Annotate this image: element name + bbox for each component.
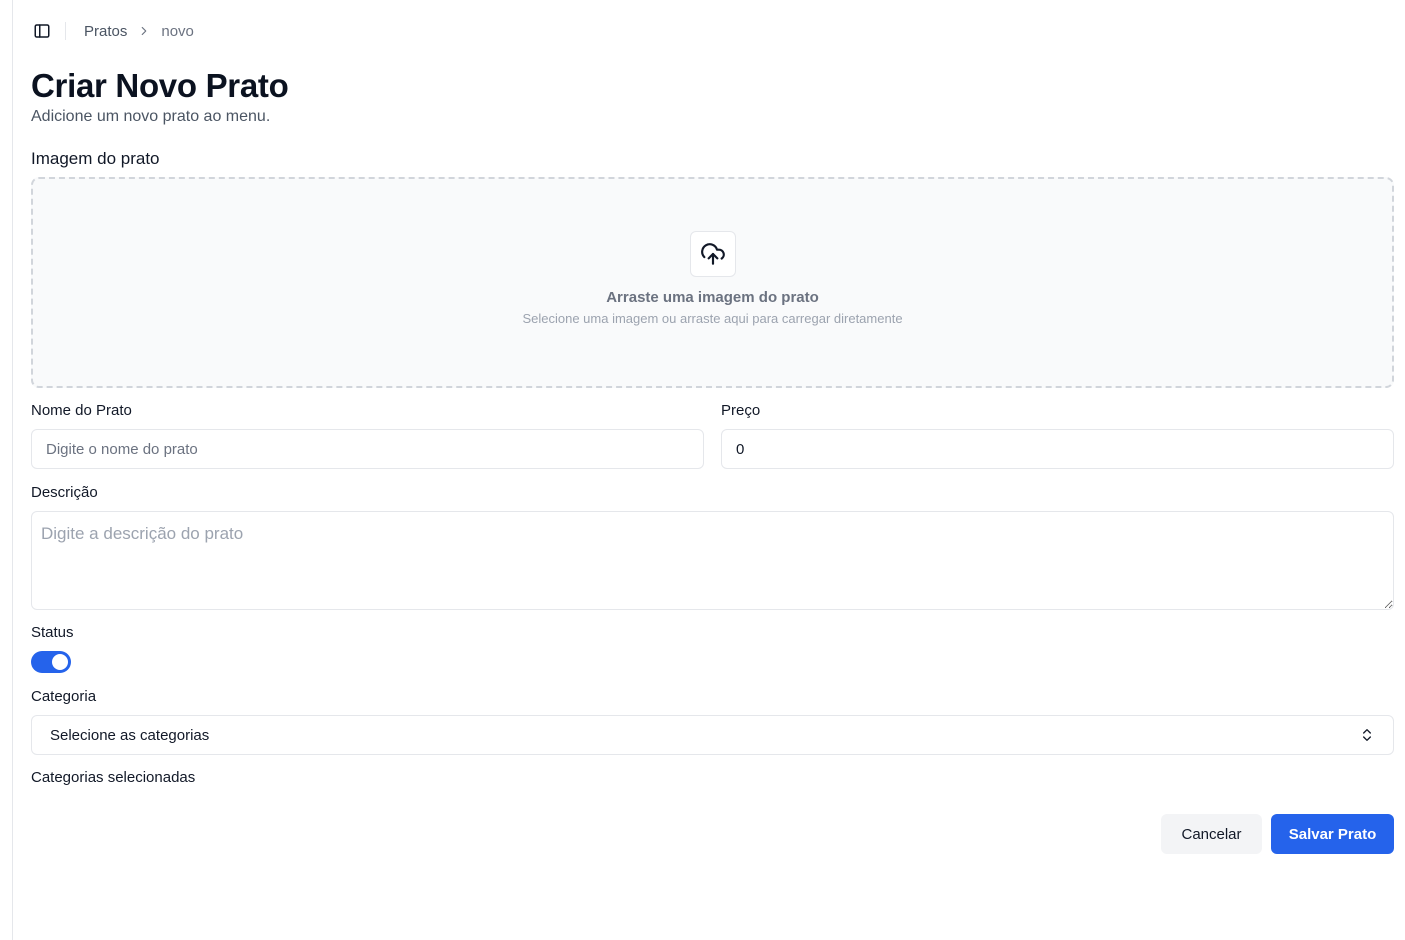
- price-label: Preço: [721, 402, 761, 419]
- upload-icon-box: [689, 231, 736, 277]
- dish-name-label: Nome do Prato: [31, 402, 132, 419]
- breadcrumb: Pratos novo: [84, 23, 194, 40]
- dropzone-title: Arraste uma imagem do prato: [606, 289, 819, 306]
- sidebar-toggle-icon: [34, 24, 50, 38]
- save-dish-button[interactable]: Salvar Prato: [1271, 814, 1394, 854]
- status-label: Status: [31, 624, 74, 641]
- dropzone-subtitle: Selecione uma imagem ou arraste aqui par…: [522, 311, 903, 326]
- breadcrumb-current: novo: [161, 22, 194, 40]
- cloud-upload-icon: [700, 243, 725, 265]
- image-upload-label: Imagem do prato: [31, 149, 160, 168]
- topbar-divider: [65, 22, 66, 40]
- dish-name-input[interactable]: [31, 429, 704, 469]
- status-toggle[interactable]: [31, 651, 71, 673]
- image-dropzone[interactable]: Arraste uma imagem do prato Selecione um…: [31, 177, 1394, 388]
- breadcrumb-pratos-link[interactable]: Pratos: [84, 23, 127, 40]
- description-label: Descrição: [31, 484, 98, 501]
- page-title: Criar Novo Prato: [31, 67, 289, 104]
- chevron-right-icon: [137, 24, 151, 38]
- page: Pratos novo Criar Novo Prato Adicione um…: [12, 0, 1405, 940]
- sidebar-toggle-button[interactable]: [31, 20, 53, 42]
- toggle-knob: [52, 654, 68, 670]
- selected-categories-label: Categorias selecionadas: [31, 769, 196, 786]
- category-label: Categoria: [31, 688, 97, 705]
- cancel-button[interactable]: Cancelar: [1161, 814, 1262, 854]
- category-select[interactable]: Selecione as categorias: [31, 715, 1394, 755]
- page-subtitle: Adicione um novo prato ao menu.: [31, 108, 271, 125]
- page-header: Criar Novo Prato Adicione um novo prato …: [31, 66, 289, 126]
- price-input[interactable]: [721, 429, 1394, 469]
- topbar: Pratos novo: [31, 18, 194, 44]
- description-textarea[interactable]: [31, 511, 1394, 610]
- category-select-value: Selecione as categorias: [50, 726, 210, 744]
- chevron-up-down-icon: [1363, 729, 1371, 741]
